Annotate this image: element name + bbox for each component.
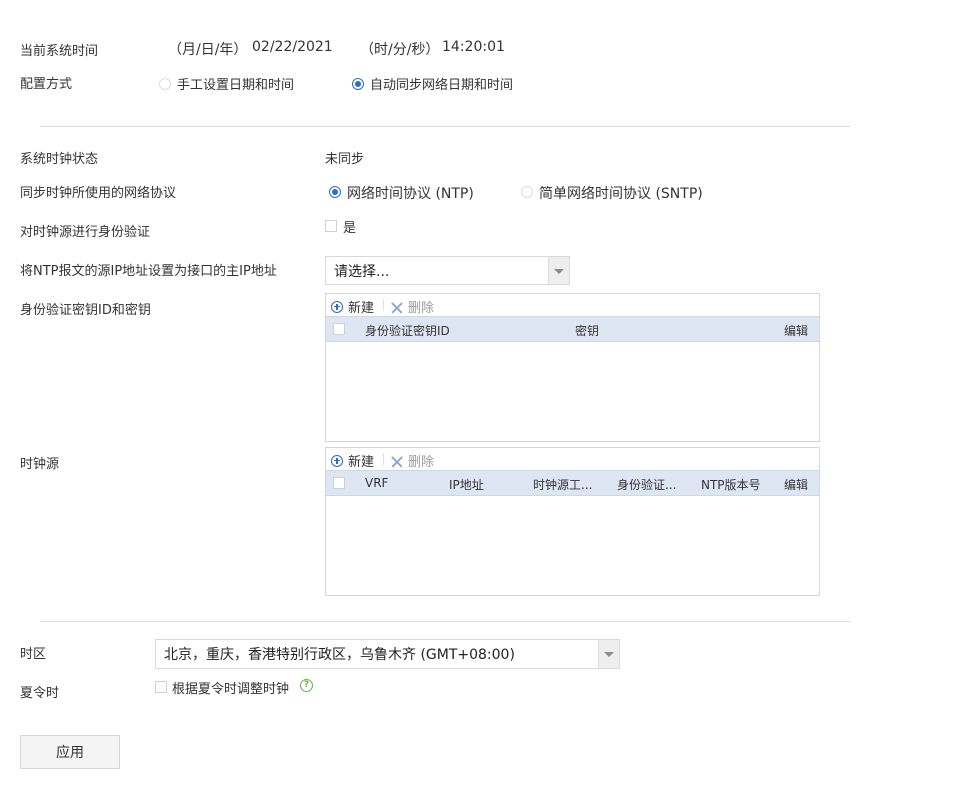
column-header[interactable]: 编辑: [784, 476, 808, 493]
clock-source-toolbar: 新建 删除: [326, 448, 819, 470]
auth-keys-new-button[interactable]: 新建: [331, 297, 374, 316]
auth-checkbox[interactable]: [325, 220, 337, 232]
clock-source-table-header: VRF IP地址 时钟源工... 身份验证... NTP版本号 编辑: [326, 470, 819, 496]
toolbar-separator: [383, 453, 384, 465]
delete-label: 删除: [408, 301, 435, 316]
column-header[interactable]: 密钥: [575, 322, 599, 339]
auto-sync-radio[interactable]: [352, 78, 364, 90]
clock-source-label: 时钟源: [20, 457, 60, 472]
system-time-label: 当前系统时间: [20, 44, 99, 59]
auth-label: 对时钟源进行身份验证: [20, 225, 151, 240]
auth-keys-table-header: 身份验证密钥ID 密钥 编辑: [326, 316, 819, 342]
source-ip-select[interactable]: 请选择...: [325, 256, 570, 285]
clock-status-value: 未同步: [325, 152, 365, 167]
close-icon: [391, 455, 403, 467]
apply-button[interactable]: 应用: [20, 735, 120, 769]
dst-checkbox[interactable]: [155, 681, 167, 693]
auth-keys-delete-button[interactable]: 删除: [391, 297, 434, 316]
section-divider-top: [40, 126, 850, 127]
clock-source-panel: 新建 删除 VRF IP地址 时钟源工... 身份验证... NTP版本号 编辑: [325, 447, 820, 596]
timezone-label: 时区: [20, 647, 47, 662]
clock-source-select-all-checkbox[interactable]: [333, 477, 345, 489]
help-icon[interactable]: ?: [300, 679, 313, 692]
sntp-label[interactable]: 简单网络时间协议 (SNTP): [539, 183, 703, 203]
auth-checkbox-label[interactable]: 是: [343, 217, 356, 236]
column-header[interactable]: IP地址: [449, 476, 484, 493]
clock-source-new-button[interactable]: 新建: [331, 451, 374, 470]
column-header[interactable]: 编辑: [784, 322, 808, 339]
close-icon: [391, 301, 403, 313]
source-ip-placeholder: 请选择...: [334, 263, 390, 280]
section-divider-bottom: [40, 621, 850, 622]
timezone-value: 北京，重庆，香港特别行政区，乌鲁木齐 (GMT+08:00): [164, 647, 515, 663]
new-label: 新建: [348, 455, 375, 470]
plus-circle-icon: [331, 300, 343, 313]
source-ip-label: 将NTP报文的源IP地址设置为接口的主IP地址: [20, 264, 277, 279]
manual-time-radio[interactable]: [159, 78, 171, 90]
dst-checkbox-label[interactable]: 根据夏令时调整时钟: [172, 678, 289, 697]
manual-time-label[interactable]: 手工设置日期和时间: [177, 74, 294, 93]
column-header[interactable]: NTP版本号: [701, 476, 761, 493]
config-mode-label: 配置方式: [20, 77, 73, 92]
column-header[interactable]: 身份验证密钥ID: [365, 322, 450, 339]
plus-circle-icon: [331, 454, 343, 467]
current-time: 14:20:01: [442, 39, 505, 55]
toolbar-separator: [383, 299, 384, 311]
ntp-radio[interactable]: [329, 186, 341, 198]
clock-source-delete-button[interactable]: 删除: [391, 451, 434, 470]
chevron-down-icon[interactable]: [598, 640, 619, 668]
auth-keys-panel: 新建 删除 身份验证密钥ID 密钥 编辑: [325, 293, 820, 442]
auth-keys-toolbar: 新建 删除: [326, 294, 819, 316]
column-header[interactable]: 时钟源工...: [533, 476, 592, 493]
date-format-hint: （月/日/年）: [168, 42, 248, 58]
chevron-down-icon[interactable]: [548, 257, 569, 284]
time-format-hint: （时/分/秒）: [360, 42, 440, 58]
protocol-label: 同步时钟所使用的网络协议: [20, 186, 177, 201]
column-header[interactable]: 身份验证...: [617, 476, 676, 493]
column-header[interactable]: VRF: [365, 476, 388, 490]
clock-status-label: 系统时钟状态: [20, 152, 99, 167]
ntp-label[interactable]: 网络时间协议 (NTP): [347, 183, 474, 203]
new-label: 新建: [348, 301, 375, 316]
dst-label: 夏令时: [20, 686, 60, 701]
delete-label: 删除: [408, 455, 435, 470]
auto-sync-label[interactable]: 自动同步网络日期和时间: [370, 74, 513, 93]
auth-keys-label: 身份验证密钥ID和密钥: [20, 303, 151, 318]
auth-keys-select-all-checkbox[interactable]: [333, 323, 345, 335]
sntp-radio[interactable]: [521, 186, 533, 198]
current-date: 02/22/2021: [252, 39, 333, 55]
timezone-select[interactable]: 北京，重庆，香港特别行政区，乌鲁木齐 (GMT+08:00): [155, 639, 620, 669]
